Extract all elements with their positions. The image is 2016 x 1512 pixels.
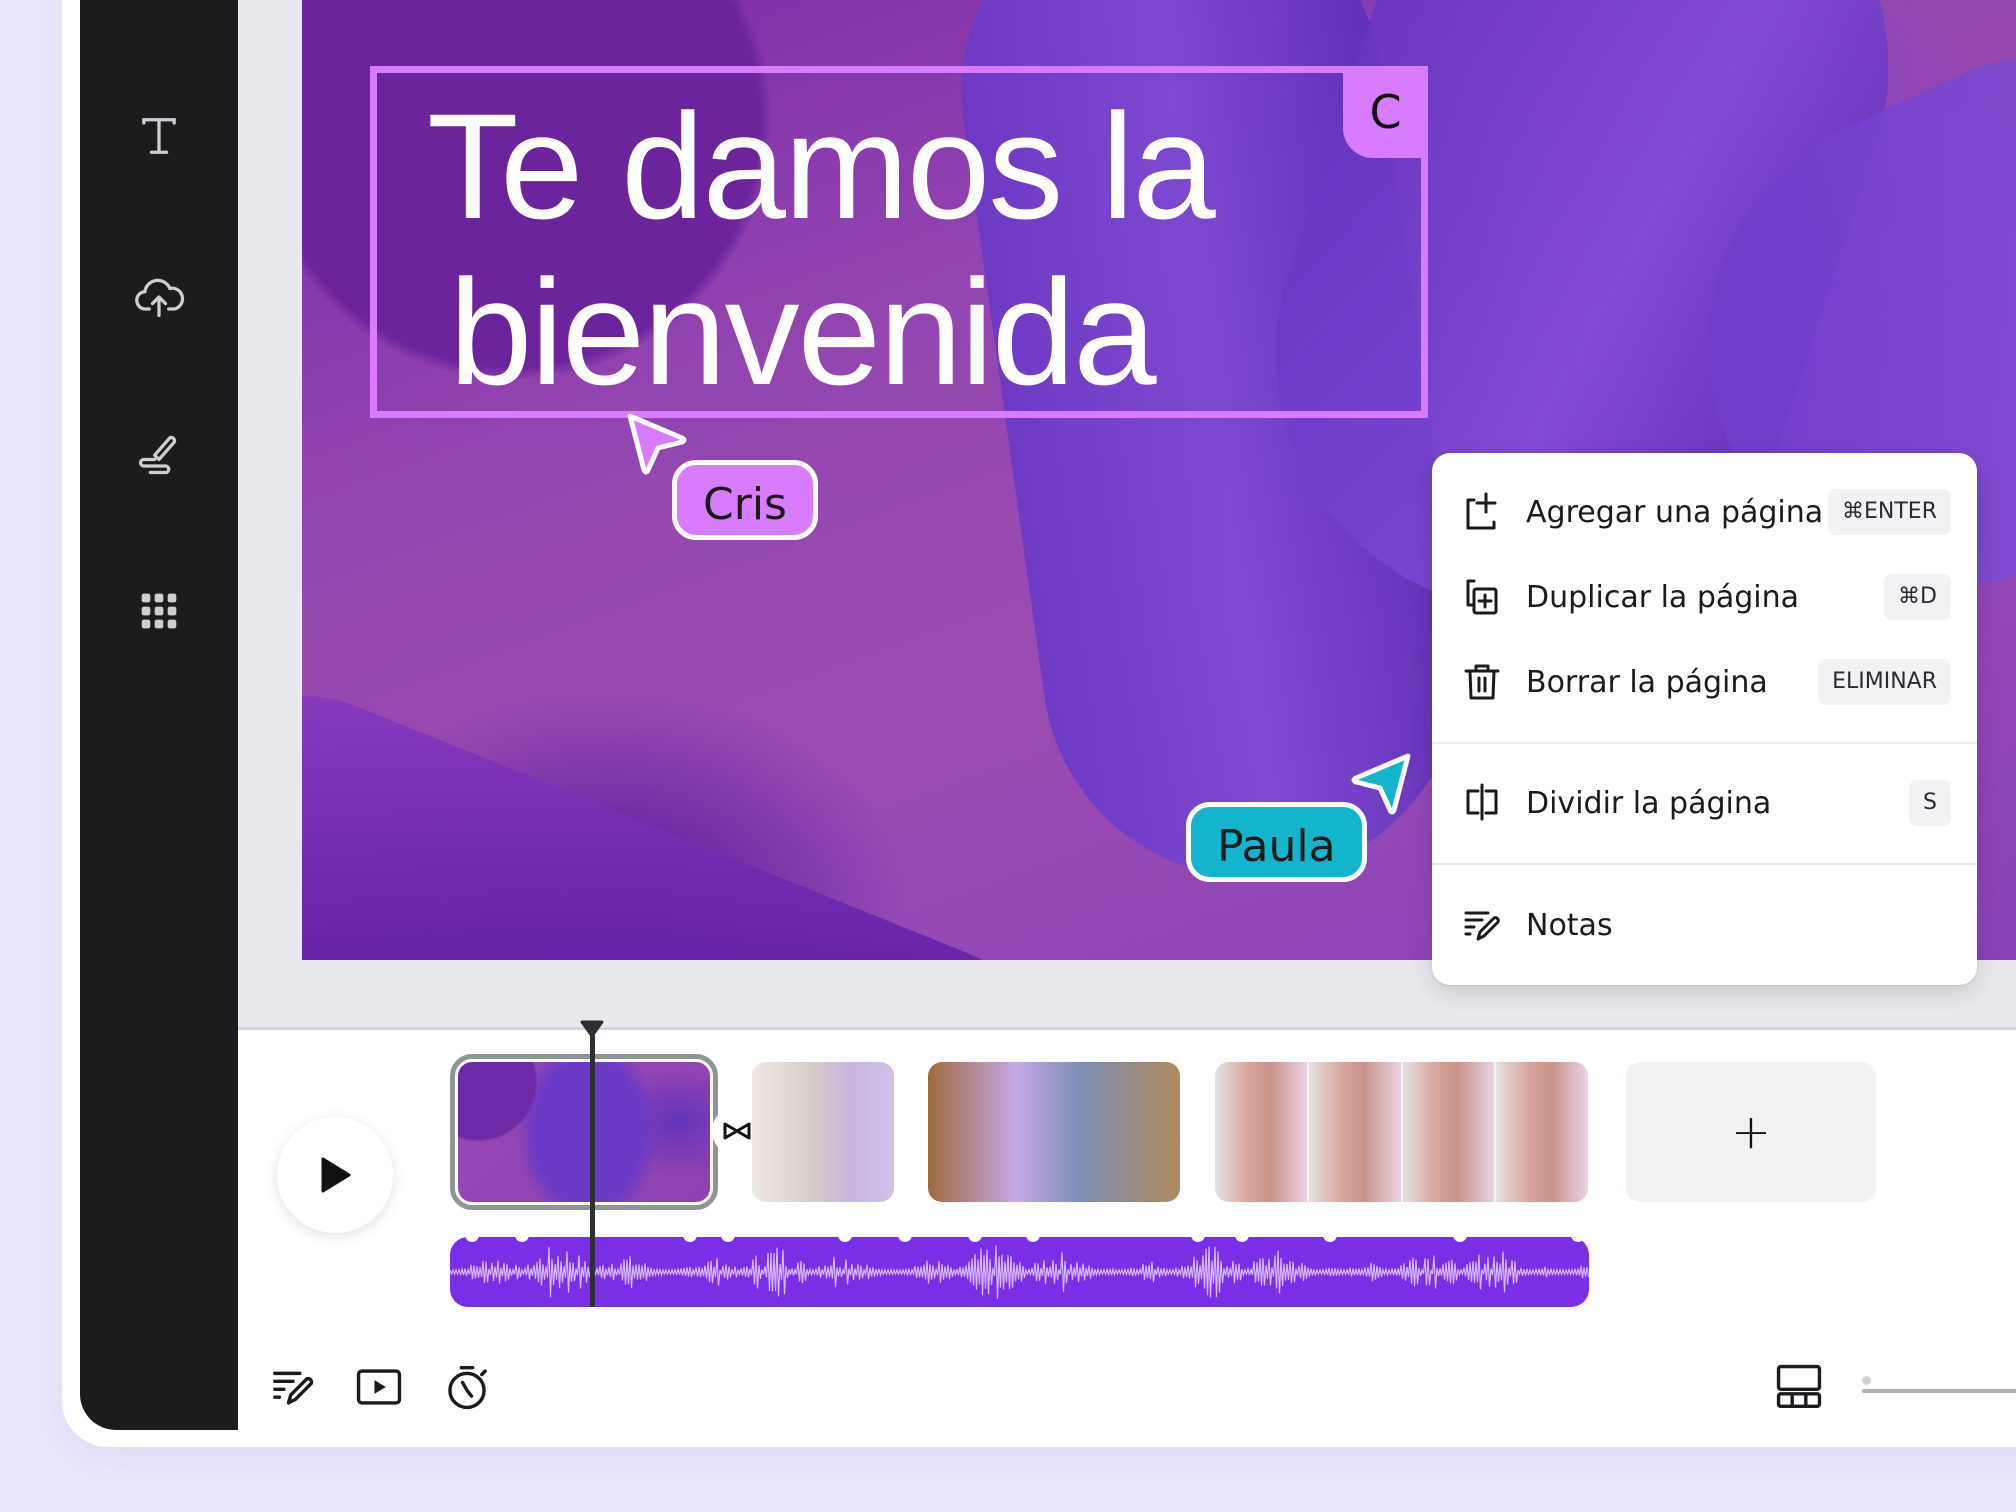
audio-beat-marker — [515, 1237, 529, 1242]
clip-frame — [1402, 1062, 1497, 1202]
split-page-icon — [1466, 783, 1498, 821]
clip-frame — [1308, 1062, 1403, 1202]
zoom-slider[interactable] — [1862, 1376, 2016, 1394]
text-icon — [142, 118, 176, 154]
playhead-handle-icon[interactable] — [580, 1020, 604, 1038]
sidebar-item-apps[interactable] — [131, 583, 187, 639]
menu-item-label: Duplicar la página — [1526, 579, 1800, 615]
timer-icon[interactable] — [442, 1362, 492, 1412]
timeline-clip[interactable] — [752, 1062, 894, 1202]
audio-beat-marker — [1026, 1237, 1040, 1242]
audio-beat-marker — [721, 1237, 735, 1242]
add-page-icon — [1466, 492, 1497, 530]
waveform-path — [450, 1245, 1589, 1299]
present-icon[interactable] — [354, 1362, 404, 1412]
transition-icon — [723, 1122, 751, 1140]
canvas-title[interactable]: Te damos la bienvenida — [427, 83, 1417, 415]
collaborator-tag-paula: Paula — [1186, 802, 1367, 882]
menu-item-label: Agregar una página — [1526, 494, 1824, 530]
collaborator-selection-badge: C — [1343, 66, 1428, 158]
menu-divider — [1432, 742, 1977, 744]
playhead[interactable] — [590, 1035, 595, 1307]
sidebar-item-draw[interactable] — [131, 425, 187, 481]
audio-track[interactable] — [450, 1237, 1589, 1307]
clip-frame — [1496, 1062, 1588, 1202]
zoom-slider-knob[interactable] — [1862, 1376, 1871, 1385]
sidebar — [80, 0, 238, 1430]
menu-item-split-page[interactable]: Dividir la página S — [1432, 761, 1977, 845]
selected-text-box[interactable]: Te damos la bienvenida C — [370, 66, 1428, 418]
draw-icon — [139, 435, 177, 475]
audio-beat-marker — [898, 1237, 912, 1242]
title-line-1: Te damos la — [427, 82, 1216, 250]
audio-beat-marker — [1235, 1237, 1249, 1242]
menu-item-notes[interactable]: Notas — [1432, 883, 1977, 967]
play-icon — [321, 1157, 351, 1193]
audio-beat-marker — [683, 1237, 697, 1242]
menu-item-add-page[interactable]: Agregar una página ⌘ENTER — [1432, 470, 1977, 554]
audio-beat-marker — [1453, 1237, 1467, 1242]
timeline-clip[interactable] — [1215, 1062, 1588, 1202]
audio-beat-marker — [968, 1237, 982, 1242]
notes-icon[interactable] — [268, 1362, 318, 1412]
shortcut-badge: ELIMINAR — [1818, 659, 1951, 705]
shortcut-badge: ⌘D — [1884, 574, 1951, 620]
grid-view-icon[interactable] — [1774, 1362, 1824, 1412]
sidebar-item-uploads[interactable] — [131, 268, 187, 324]
menu-item-label: Borrar la página — [1526, 664, 1768, 700]
trash-icon — [1464, 664, 1500, 700]
menu-item-duplicate-page[interactable]: Duplicar la página ⌘D — [1432, 555, 1977, 639]
audio-beat-marker — [838, 1237, 852, 1242]
audio-waveform — [450, 1237, 1589, 1299]
menu-item-delete-page[interactable]: Borrar la página ELIMINAR — [1432, 640, 1977, 724]
add-page-button[interactable]: + — [1626, 1062, 1876, 1202]
timeline-clip[interactable] — [450, 1054, 718, 1210]
menu-item-label: Notas — [1526, 907, 1613, 943]
audio-beat-marker — [465, 1237, 479, 1242]
title-line-2: bienvenida — [449, 248, 1157, 416]
cloud-upload-icon — [135, 278, 185, 318]
zoom-slider-track — [1862, 1389, 2016, 1393]
background-shape — [302, 660, 1151, 960]
audio-beat-marker — [1191, 1237, 1205, 1242]
shortcut-badge: S — [1909, 780, 1951, 826]
plus-icon: + — [1730, 1104, 1772, 1160]
apps-grid-icon — [141, 593, 177, 629]
sidebar-item-text[interactable] — [131, 108, 187, 164]
menu-item-label: Dividir la página — [1526, 785, 1772, 821]
page-context-menu: Agregar una página ⌘ENTER Duplicar la pá… — [1432, 453, 1977, 985]
clip-frame — [1215, 1062, 1309, 1202]
menu-divider — [1432, 863, 1977, 865]
audio-beat-marker — [1323, 1237, 1337, 1242]
notes-icon — [1464, 911, 1500, 941]
shortcut-badge: ⌘ENTER — [1828, 489, 1951, 535]
duplicate-page-icon — [1466, 579, 1498, 615]
timeline-clip[interactable] — [928, 1062, 1180, 1202]
collaborator-tag-cris: Cris — [672, 460, 818, 540]
play-button[interactable] — [277, 1117, 393, 1233]
